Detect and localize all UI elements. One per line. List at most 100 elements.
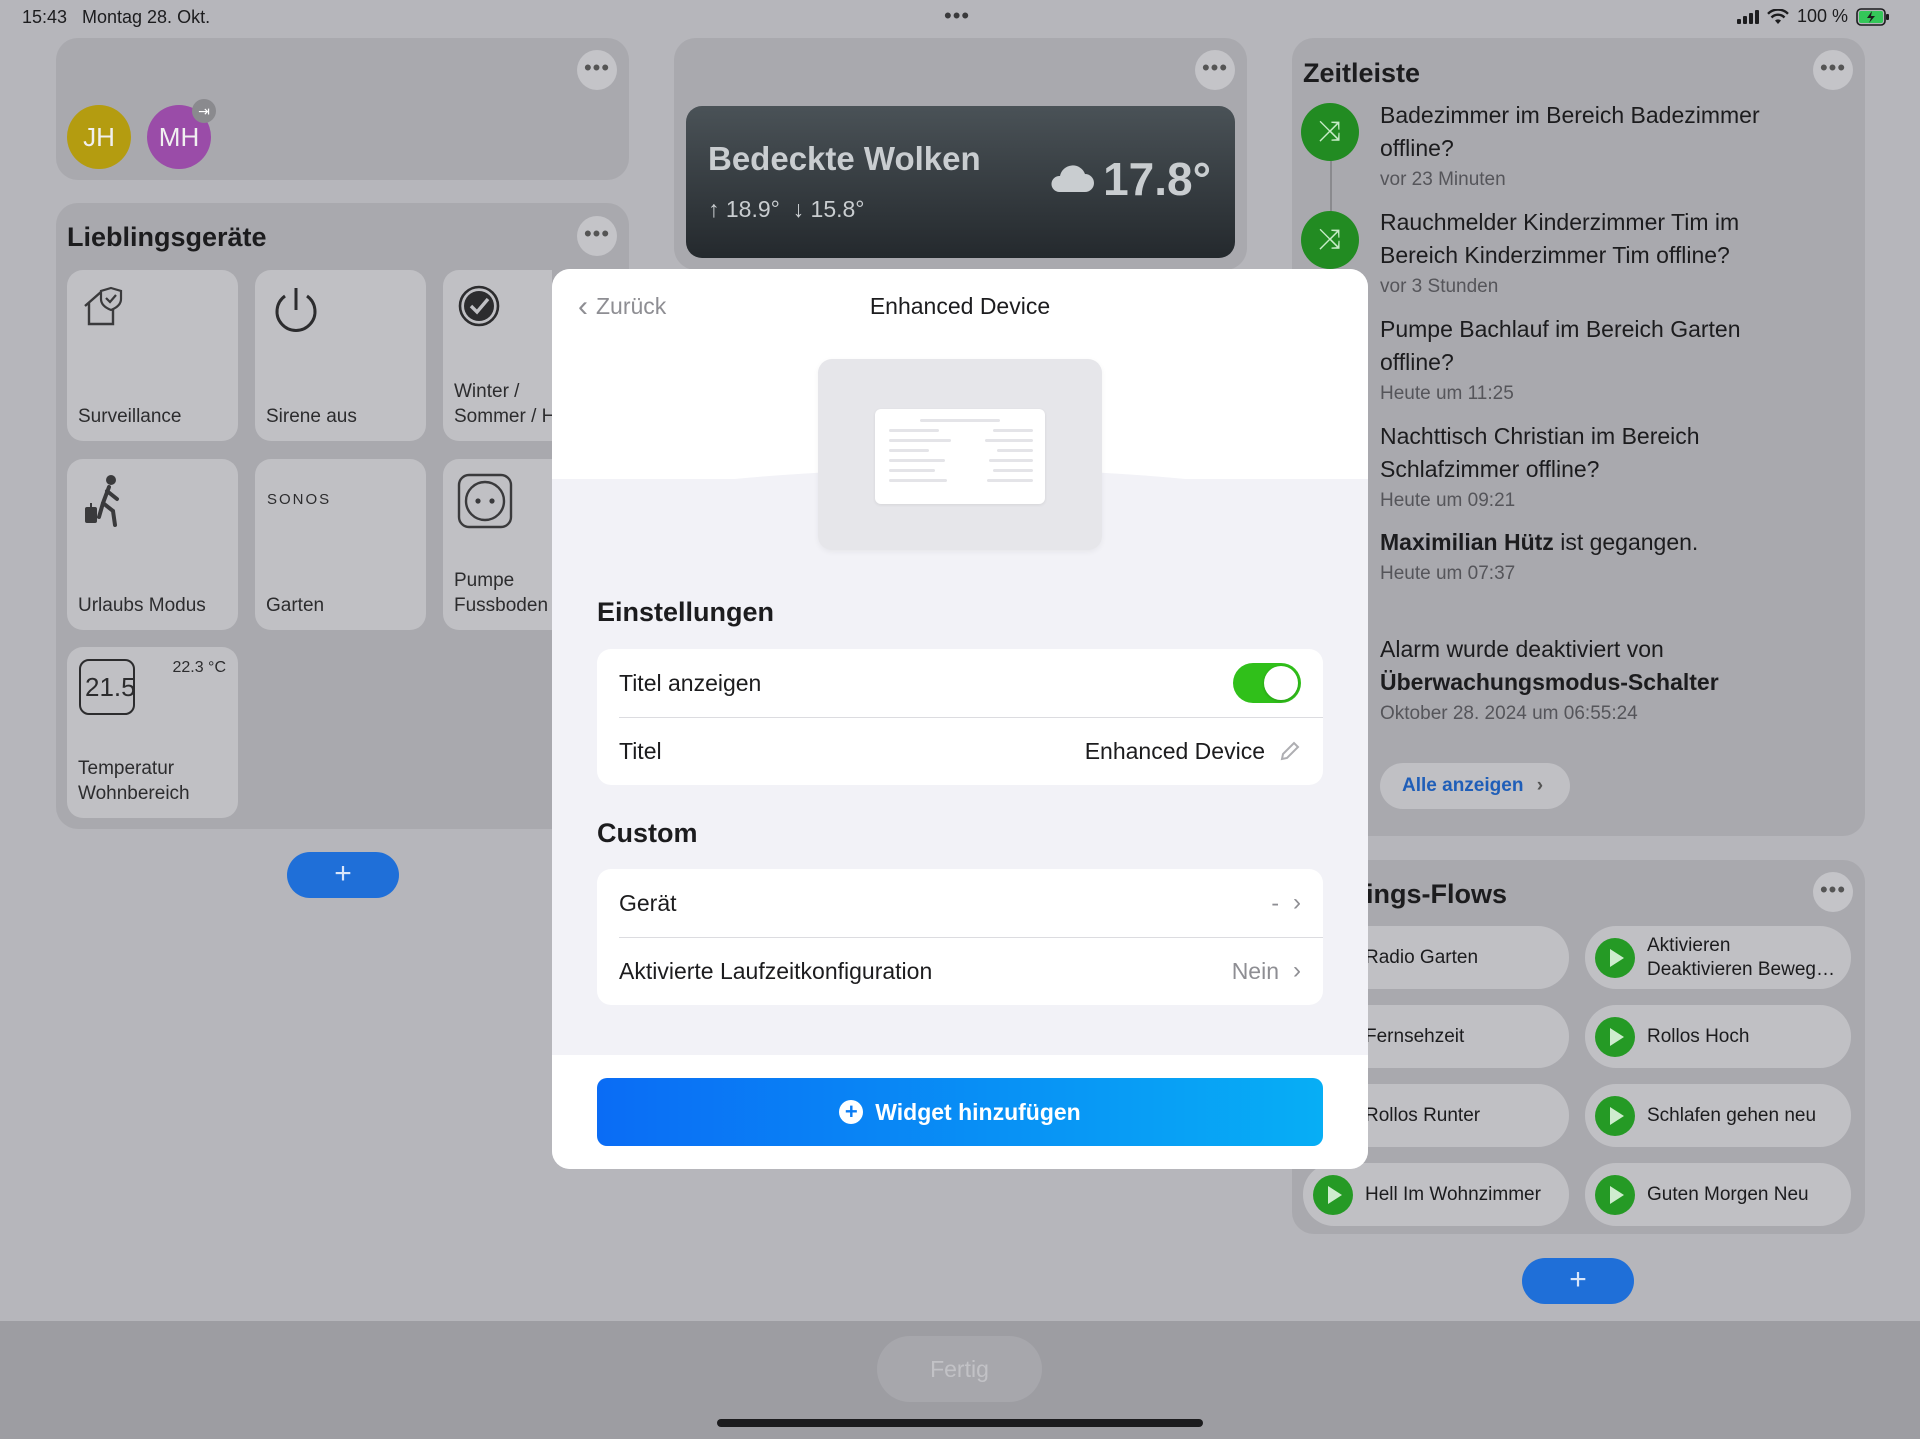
device-label: Gerät (619, 889, 677, 916)
tile-label: Garten (266, 595, 325, 616)
timeline-text: Badezimmer im Bereich Badezimmer offline… (1380, 102, 1760, 161)
play-icon (1595, 1175, 1635, 1215)
timeline-item[interactable]: Maximilian Hütz ist gegangen. Heute um 0… (1380, 526, 1800, 585)
chevron-right-icon: › (1536, 775, 1544, 796)
timeline-text: Pumpe Bachlauf im Bereich Garten offline… (1380, 316, 1741, 375)
play-icon (1595, 938, 1635, 978)
weather-widget[interactable]: Bedeckte Wolken ↑ 18.9° ↓ 15.8° 17.8° (686, 106, 1235, 258)
play-icon (1313, 1175, 1353, 1215)
title-value: Enhanced Device (1084, 737, 1265, 764)
add-flow-button[interactable]: + (1522, 1258, 1634, 1304)
status-bar: 15:43 Montag 28. Okt. ••• 100 % (0, 0, 1920, 34)
runtime-config-label: Aktivierte Laufzeitkonfiguration (619, 957, 933, 984)
favorites-more-button[interactable]: ••• (577, 216, 617, 256)
chevron-right-icon: › (1293, 889, 1301, 916)
timeline-more-button[interactable]: ••• (1813, 50, 1853, 90)
title-row[interactable]: Titel Enhanced Device (597, 717, 1323, 785)
wifi-icon (1767, 8, 1789, 24)
flow-shuffle-icon: ⤨ (1301, 211, 1359, 269)
timeline-time: Heute um 11:25 (1380, 383, 1514, 404)
weather-more-button[interactable]: ••• (1195, 50, 1235, 90)
widget-preview (818, 359, 1102, 550)
timeline-time: vor 3 Stunden (1380, 276, 1499, 297)
multitasking-dots-icon[interactable]: ••• (944, 3, 970, 29)
timeline-time: vor 23 Minuten (1380, 169, 1506, 190)
tile-label: Temperatur Wohnbereich (78, 758, 190, 804)
timeline-time: Heute um 07:37 (1380, 563, 1516, 584)
timeline-time: Oktober 28. 2024 um 06:55:24 (1380, 703, 1638, 724)
flows-more-button[interactable]: ••• (1813, 872, 1853, 912)
tile-sirene-aus[interactable]: Sirene aus (255, 270, 426, 441)
show-title-label: Titel anzeigen (619, 669, 762, 696)
tile-surveillance[interactable]: Surveillance (67, 270, 238, 441)
modal-title: Enhanced Device (869, 293, 1051, 319)
flow-guten-morgen[interactable]: Guten Morgen Neu (1585, 1163, 1851, 1226)
timeline-item[interactable]: Alarm wurde deaktiviert von Überwachungs… (1380, 633, 1800, 725)
battery-charging-icon (1856, 7, 1889, 26)
home-indicator[interactable] (717, 1419, 1203, 1427)
timeline-connector (1330, 160, 1332, 215)
timeline-item[interactable]: Nachttisch Christian im Bereich Schlafzi… (1380, 420, 1800, 512)
settings-group: Titel anzeigen Titel Enhanced Device (597, 649, 1323, 785)
sonos-logo: SONOS (267, 491, 332, 508)
runtime-config-value: Nein (1231, 957, 1279, 984)
tile-label: Sirene aus (266, 406, 357, 427)
tile-urlaubs-modus[interactable]: Urlaubs Modus (67, 459, 238, 630)
done-button[interactable]: Fertig (877, 1336, 1042, 1402)
play-icon (1595, 1017, 1635, 1057)
timeline-person: Maximilian Hütz (1380, 529, 1554, 555)
timeline-text: Maximilian Hütz ist gegangen. (1380, 529, 1699, 555)
pencil-icon[interactable] (1279, 740, 1301, 762)
flow-hell-im-wohnzimmer[interactable]: Hell Im Wohnzimmer (1303, 1163, 1569, 1226)
flow-aktivieren-deaktivieren[interactable]: Aktivieren Deaktivieren Beweg… (1585, 926, 1851, 989)
timeline-item[interactable]: Rauchmelder Kinderzimmer Tim im Bereich … (1380, 206, 1800, 298)
chevron-right-icon: › (1293, 957, 1301, 984)
away-badge-icon: ⇥ (192, 99, 216, 123)
status-time: 15:43 (22, 7, 68, 27)
timeline-text: Nachttisch Christian im Bereich Schlafzi… (1380, 423, 1700, 482)
timeline-item[interactable]: Badezimmer im Bereich Badezimmer offline… (1380, 99, 1800, 191)
timeline-item[interactable]: Pumpe Bachlauf im Bereich Garten offline… (1380, 313, 1800, 405)
custom-section-title: Custom (597, 818, 698, 848)
device-row[interactable]: Gerät - › (597, 869, 1323, 937)
flow-shuffle-icon: ⤨ (1301, 103, 1359, 161)
users-more-button[interactable]: ••• (577, 50, 617, 90)
timeline-text: Rauchmelder Kinderzimmer Tim im Bereich … (1380, 209, 1740, 268)
avatar-jh[interactable]: JH (67, 105, 131, 169)
runtime-config-row[interactable]: Aktivierte Laufzeitkonfiguration Nein › (597, 937, 1323, 1005)
show-all-button[interactable]: Alle anzeigen › (1380, 763, 1570, 809)
show-title-toggle[interactable] (1233, 663, 1301, 703)
flow-rollos-hoch[interactable]: Rollos Hoch (1585, 1005, 1851, 1068)
tile-label: Pumpe Fussboden (454, 570, 549, 616)
plus-circle-icon: + (839, 1100, 864, 1124)
weather-min-max: ↑ 18.9° ↓ 15.8° (708, 196, 865, 223)
check-circle-icon (458, 285, 500, 327)
timeline-source: Überwachungsmodus-Schalter (1380, 669, 1719, 695)
walking-person-icon (85, 475, 119, 527)
weather-temperature: 17.8° (1103, 153, 1211, 205)
tile-pumpe-fussboden[interactable]: Pumpe Fussboden (443, 459, 552, 630)
device-value: - (1271, 889, 1279, 916)
status-date: Montag 28. Okt. (82, 7, 211, 27)
socket-icon (457, 473, 513, 529)
timeline-text: Alarm wurde deaktiviert von (1380, 636, 1664, 662)
battery-percent: 100 % (1796, 6, 1848, 26)
users-card: ••• (56, 38, 629, 180)
thermostat-icon: 21.5 (79, 659, 135, 715)
flows-title: ings-Flows (1366, 879, 1507, 909)
tile-winter-sommer[interactable]: Winter / Sommer / H (443, 270, 554, 441)
thermostat-display: 21.5 (85, 672, 135, 702)
show-title-row: Titel anzeigen (597, 649, 1323, 717)
add-widget-button[interactable]: + Widget hinzufügen (597, 1078, 1323, 1146)
add-favorite-button[interactable]: + (287, 852, 399, 898)
tile-label: Winter / Sommer / H (454, 381, 554, 427)
play-icon (1595, 1096, 1635, 1136)
tile-temperatur[interactable]: 21.5 22.3 °C Temperatur Wohnbereich (67, 647, 238, 818)
widget-preview-card (875, 409, 1045, 504)
temperature-reading: 22.3 °C (172, 659, 226, 676)
weather-condition: Bedeckte Wolken (708, 140, 981, 177)
timeline-time: Heute um 09:21 (1380, 490, 1516, 511)
title-label: Titel (619, 737, 662, 764)
flow-schlafen-gehen[interactable]: Schlafen gehen neu (1585, 1084, 1851, 1147)
tile-garten-sonos[interactable]: SONOS Garten (255, 459, 426, 630)
